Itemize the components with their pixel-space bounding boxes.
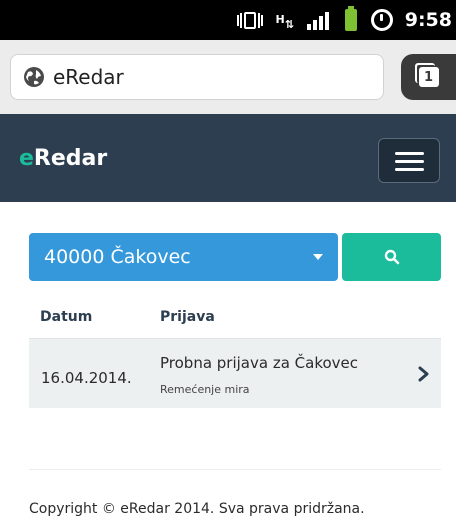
tab-count: 1 [418,67,439,87]
caret-down-icon [313,254,323,260]
column-header-report: Prijava [160,309,215,325]
hamburger-menu-button[interactable] [378,138,440,183]
row-category: Remećenje mira [160,383,250,396]
url-bar[interactable]: eRedar [10,54,384,100]
row-date: 16.04.2014. [41,369,132,387]
city-select-value: 40000 Čakovec [44,246,191,268]
search-icon [384,249,399,265]
signal-icon [306,10,331,30]
tabs-button[interactable]: 1 [401,54,456,100]
row-title: Probna prijava za Čakovec [160,354,359,372]
chevron-right-icon [418,366,429,382]
footer-divider [29,469,441,470]
alarm-icon [370,9,393,31]
globe-icon [24,67,44,87]
clock-time: 9:58 [404,9,452,31]
brand-logo[interactable]: eRedar [19,146,107,171]
city-select[interactable]: 40000 Čakovec [29,233,338,281]
table-row[interactable]: 16.04.2014. Probna prijava za Čakovec Re… [29,338,441,408]
search-button[interactable] [342,233,441,281]
vibrate-icon [236,10,263,30]
browser-toolbar: eRedar 1 [0,40,456,114]
brand-name: Redar [33,146,108,171]
url-text: eRedar [53,65,124,89]
hspa-data-icon: H ⇅ [275,13,294,31]
brand-prefix: e [19,146,34,171]
column-header-date: Datum [40,309,93,325]
footer-copyright: Copyright © eRedar 2014. Sva prava pridr… [29,501,365,517]
site-navbar: eRedar [0,114,456,202]
battery-icon [344,6,357,31]
status-bar: H ⇅ 9:58 [0,0,456,40]
